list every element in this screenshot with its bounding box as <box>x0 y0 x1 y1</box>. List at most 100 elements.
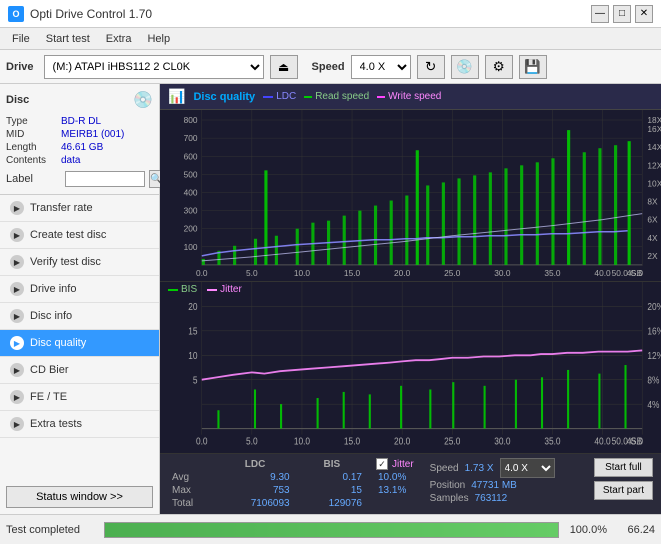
sidebar-item-drive-info-label: Drive info <box>30 283 76 295</box>
svg-text:15.0: 15.0 <box>344 269 361 278</box>
main-area: Disc 💿 Type BD-R DL MID MEIRB1 (001) Len… <box>0 84 661 514</box>
speed-select[interactable]: 4.0 X <box>351 55 411 79</box>
svg-text:200: 200 <box>184 225 198 234</box>
svg-text:20%: 20% <box>647 301 661 312</box>
disc-header: Disc 💿 <box>6 90 153 110</box>
fe-te-icon: ▶ <box>10 390 24 404</box>
menu-start-test[interactable]: Start test <box>38 31 98 47</box>
refresh-button[interactable]: ↻ <box>417 55 445 79</box>
disc-quality-icon: ▶ <box>10 336 24 350</box>
sidebar-item-disc-quality-label: Disc quality <box>30 337 86 349</box>
sidebar-item-disc-quality[interactable]: ▶ Disc quality <box>0 330 159 357</box>
disc-mid-label: MID <box>6 129 61 140</box>
max-label: Max <box>168 484 214 497</box>
sidebar-item-cd-bier[interactable]: ▶ CD Bier <box>0 357 159 384</box>
disc-mid-row: MID MEIRB1 (001) <box>6 129 153 140</box>
bis-color <box>168 289 178 291</box>
disc-icon: 💿 <box>133 90 153 110</box>
titlebar-left: O Opti Drive Control 1.70 <box>8 6 152 22</box>
sidebar-item-verify-test-disc[interactable]: ▶ Verify test disc <box>0 249 159 276</box>
sidebar-item-fe-te[interactable]: ▶ FE / TE <box>0 384 159 411</box>
close-button[interactable]: ✕ <box>635 5 653 23</box>
start-part-button[interactable]: Start part <box>594 481 653 500</box>
save-button[interactable]: 💾 <box>519 55 547 79</box>
legend-jitter: Jitter <box>207 284 242 295</box>
status-window-button[interactable]: Status window >> <box>6 486 153 508</box>
disc-label-label: Label <box>6 173 61 185</box>
disc-button[interactable]: 💿 <box>451 55 479 79</box>
disc-type-row: Type BD-R DL <box>6 116 153 127</box>
speed-row: Speed 1.73 X 4.0 X <box>430 458 555 478</box>
samples-row: Samples 763112 <box>430 493 555 504</box>
position-value: 47731 MB <box>471 480 517 491</box>
jitter-checkbox[interactable]: ✓ <box>376 458 388 470</box>
speed-select-small[interactable]: 4.0 X <box>500 458 555 478</box>
write-speed-legend-label: Write speed <box>388 91 441 102</box>
sidebar-item-create-test-disc[interactable]: ▶ Create test disc <box>0 222 159 249</box>
legend-ldc: LDC <box>263 91 296 102</box>
disc-info-icon: ▶ <box>10 309 24 323</box>
bottom-chart-svg: 20 15 10 5 20% 16% 12% 8% 4% 0.0 5.0 10.… <box>160 282 661 453</box>
sidebar-item-drive-info[interactable]: ▶ Drive info <box>0 276 159 303</box>
extra-tests-icon: ▶ <box>10 417 24 431</box>
eject-button[interactable]: ⏏ <box>270 55 298 79</box>
titlebar: O Opti Drive Control 1.70 — □ ✕ <box>0 0 661 28</box>
read-speed-legend-color <box>304 96 312 98</box>
menu-help[interactable]: Help <box>139 31 178 47</box>
drive-select[interactable]: (M:) ATAPI iHBS112 2 CL0K <box>44 55 264 79</box>
label-input[interactable] <box>65 171 145 187</box>
col-ldc-header: LDC <box>214 458 295 471</box>
total-ldc: 7106093 <box>214 497 295 510</box>
svg-text:5.0: 5.0 <box>246 269 258 278</box>
jitter-header-row: ✓ Jitter <box>376 458 414 470</box>
samples-value: 763112 <box>475 493 508 504</box>
drive-label: Drive <box>6 61 34 73</box>
transfer-rate-icon: ▶ <box>10 201 24 215</box>
legend-write-speed: Write speed <box>377 91 441 102</box>
disc-length-row: Length 46.61 GB <box>6 142 153 153</box>
sidebar-item-create-test-disc-label: Create test disc <box>30 229 106 241</box>
disc-panel: Disc 💿 Type BD-R DL MID MEIRB1 (001) Len… <box>0 84 159 195</box>
start-full-button[interactable]: Start full <box>594 458 653 477</box>
svg-text:20.0: 20.0 <box>394 269 411 278</box>
sidebar-item-extra-tests-label: Extra tests <box>30 418 82 430</box>
verify-test-disc-icon: ▶ <box>10 255 24 269</box>
svg-text:8%: 8% <box>647 375 659 386</box>
svg-text:600: 600 <box>184 152 198 161</box>
svg-text:18X: 18X <box>647 116 661 125</box>
svg-text:16X: 16X <box>647 125 661 134</box>
stats-area: LDC BIS Avg 9.30 0.17 Max 753 15 Total 7… <box>160 454 661 514</box>
svg-text:10X: 10X <box>647 180 661 189</box>
disc-length-label: Length <box>6 142 61 153</box>
settings-button[interactable]: ⚙ <box>485 55 513 79</box>
svg-text:50.0 GB: 50.0 GB <box>612 436 643 447</box>
bottom-bar: Test completed 100.0% 66.24 <box>0 514 661 544</box>
svg-text:500: 500 <box>184 171 198 180</box>
maximize-button[interactable]: □ <box>613 5 631 23</box>
svg-text:800: 800 <box>184 116 198 125</box>
sidebar-item-transfer-rate[interactable]: ▶ Transfer rate <box>0 195 159 222</box>
minimize-button[interactable]: — <box>591 5 609 23</box>
menu-file[interactable]: File <box>4 31 38 47</box>
menu-extra[interactable]: Extra <box>98 31 140 47</box>
disc-type-value: BD-R DL <box>61 116 101 127</box>
svg-text:15.0: 15.0 <box>344 436 360 447</box>
start-buttons: Start full Start part <box>594 458 653 500</box>
svg-text:10: 10 <box>188 350 197 361</box>
svg-text:25.0: 25.0 <box>444 436 460 447</box>
svg-text:35.0: 35.0 <box>544 436 560 447</box>
avg-label: Avg <box>168 471 214 484</box>
svg-text:12X: 12X <box>647 161 661 170</box>
sidebar-item-disc-info[interactable]: ▶ Disc info <box>0 303 159 330</box>
stats-avg-row: Avg 9.30 0.17 <box>168 471 368 484</box>
stats-max-row: Max 753 15 <box>168 484 368 497</box>
read-speed-legend-label: Read speed <box>315 91 369 102</box>
disc-length-value: 46.61 GB <box>61 142 103 153</box>
sidebar-item-extra-tests[interactable]: ▶ Extra tests <box>0 411 159 438</box>
svg-text:14X: 14X <box>647 143 661 152</box>
legend-read-speed: Read speed <box>304 91 369 102</box>
svg-text:400: 400 <box>184 189 198 198</box>
svg-text:0.0: 0.0 <box>196 436 208 447</box>
svg-text:5.0: 5.0 <box>246 436 258 447</box>
app-icon: O <box>8 6 24 22</box>
